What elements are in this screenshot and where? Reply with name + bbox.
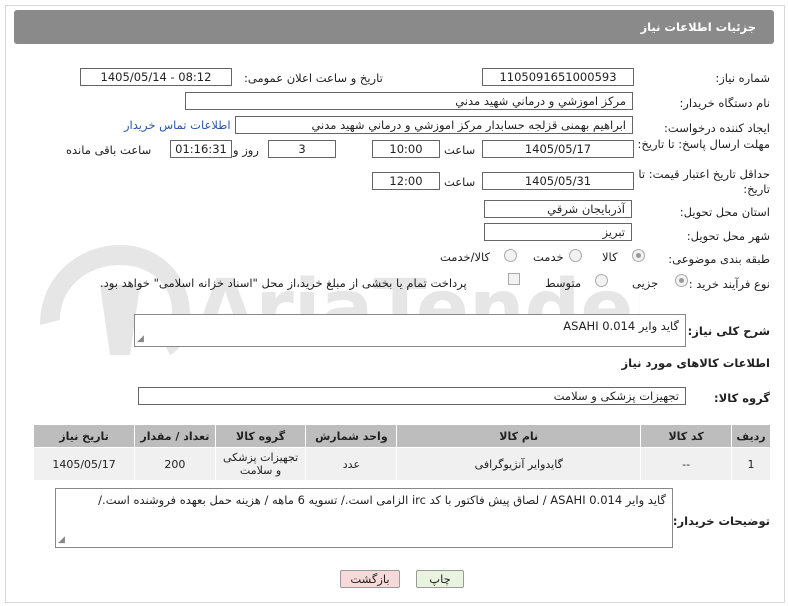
cell-group: تجهیزات پزشکی و سلامت [214, 447, 307, 481]
contact-info-link[interactable]: اطلاعات تماس خریدار [124, 118, 231, 132]
buyer-notes-label: توضیحات خریدار: [672, 514, 770, 528]
col-date: تاریخ نیاز [32, 424, 136, 448]
process-option-medium: متوسط [545, 276, 582, 290]
remaining-time-value: 01:16:31 [170, 140, 232, 158]
col-unit: واحد شمارش [305, 424, 398, 448]
price-time-label: ساعت [444, 175, 476, 189]
summary-value: گاید وایر ASAHI 0.014 [563, 319, 679, 333]
col-code: کد کالا [640, 424, 732, 448]
print-button[interactable]: چاپ [416, 570, 464, 588]
city-value: تبریز [484, 223, 632, 241]
process-option-minor: جزیی [632, 276, 659, 290]
announce-label: تاریخ و ساعت اعلان عمومی: [244, 71, 383, 85]
need-number-value: 1105091651000593 [482, 68, 634, 86]
price-validity-label: حداقل تاریخ اعتبار قیمت: تا تاریخ: [638, 167, 770, 196]
cell-row: 1 [731, 447, 771, 481]
treasury-payment-checkbox[interactable] [508, 273, 520, 285]
process-radio-minor[interactable] [675, 274, 688, 287]
cell-quantity: 200 [134, 447, 216, 481]
buyer-org-value: مرکز اموزشي و درماني شهيد مدني [185, 92, 633, 110]
col-quantity: تعداد / مقدار [134, 424, 216, 448]
summary-textarea: گاید وایر ASAHI 0.014 ◢ [134, 314, 686, 347]
col-row: ردیف [731, 424, 771, 448]
process-radio-medium[interactable] [595, 274, 608, 287]
process-label: نوع فرآیند خرید : [688, 277, 770, 291]
goods-info-title: اطلاعات کالاهای مورد نیاز [621, 356, 770, 370]
cell-date: 1405/05/17 [32, 447, 136, 481]
col-group: گروه کالا [214, 424, 307, 448]
payment-note: پرداخت تمام یا بخشی از مبلغ خرید،از محل … [100, 276, 467, 290]
buyer-notes-value: گاید وایر ASAHI 0.014 / لصاق پیش فاکتور … [98, 493, 666, 507]
category-option-both: کالا/خدمت [440, 250, 491, 264]
back-button[interactable]: بازگشت [340, 570, 400, 588]
reply-date-value: 1405/05/17 [482, 140, 634, 158]
price-date-value: 1405/05/31 [482, 172, 634, 190]
col-name: نام کالا [396, 424, 642, 448]
page-header: جزئیات اطلاعات نیاز [14, 10, 774, 44]
goods-group-value: تجهیزات پزشکی و سلامت [138, 387, 686, 405]
goods-table: ردیف کد کالا نام کالا واحد شمارش گروه کا… [32, 424, 771, 481]
category-option-goods: کالا [602, 250, 618, 264]
resize-grip-icon[interactable]: ◢ [58, 535, 65, 545]
page-title: جزئیات اطلاعات نیاز [640, 20, 756, 34]
category-option-service: خدمت [533, 250, 564, 264]
reply-deadline-label: مهلت ارسال پاسخ: تا تاریخ: [637, 137, 770, 151]
goods-group-label: گروه کالا: [714, 391, 770, 405]
category-radio-both[interactable] [504, 249, 517, 262]
days-label: روز و [233, 143, 259, 157]
cell-code: -- [640, 447, 732, 481]
days-value: 3 [268, 140, 336, 158]
city-label: شهر محل تحویل: [686, 229, 770, 243]
resize-grip-icon[interactable]: ◢ [137, 334, 144, 344]
table-row: 1 -- گایدوایر آنژیوگرافی عدد تجهیزات پزش… [32, 447, 771, 481]
category-radio-service[interactable] [569, 249, 582, 262]
summary-label: شرح کلی نیاز: [687, 324, 770, 338]
need-number-label: شماره نیاز: [715, 71, 770, 85]
buyer-org-label: نام دستگاه خریدار: [679, 96, 770, 110]
remaining-time-label: ساعت باقی مانده [66, 143, 152, 157]
reply-time-label: ساعت [444, 143, 476, 157]
cell-name: گایدوایر آنژیوگرافی [396, 447, 642, 481]
province-label: استان محل تحویل: [679, 205, 770, 219]
goods-table-header: ردیف کد کالا نام کالا واحد شمارش گروه کا… [32, 424, 771, 448]
reply-time-value: 10:00 [372, 140, 440, 158]
category-radio-goods[interactable] [632, 249, 645, 262]
requester-label: ایجاد کننده درخواست: [664, 121, 770, 135]
requester-value: ابراهیم بهمنی قزلجه حسابدار مرکز اموزشي … [235, 116, 633, 134]
cell-unit: عدد [305, 447, 398, 481]
buyer-notes-textarea: گاید وایر ASAHI 0.014 / لصاق پیش فاکتور … [55, 488, 673, 548]
price-time-value: 12:00 [372, 172, 440, 190]
province-value: آذربايجان شرقي [484, 200, 632, 218]
category-label: طبقه بندی موضوعی: [668, 252, 770, 266]
announce-value: 1405/05/14 - 08:12 [80, 68, 232, 86]
